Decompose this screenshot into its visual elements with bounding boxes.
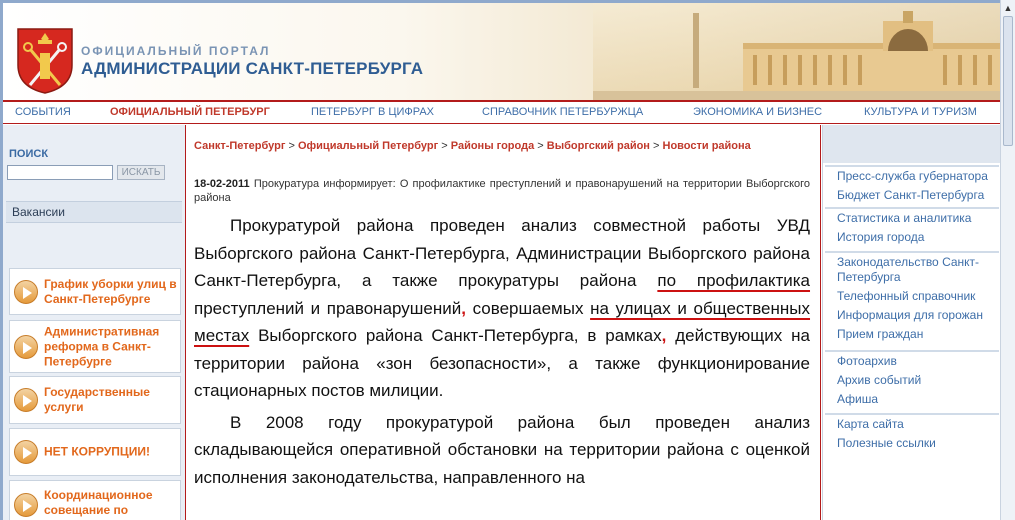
search-button[interactable]: ИСКАТЬ [117,165,165,180]
link-budget[interactable]: Бюджет Санкт-Петербурга [825,186,999,205]
link-group: Пресс-служба губернатора Бюджет Санкт-Пе… [825,165,999,205]
article-paragraph: Прокуратурой района проведен анализ совм… [194,216,811,400]
scroll-up-arrow-icon[interactable]: ▲ [1002,2,1014,14]
link-afisha[interactable]: Афиша [825,390,999,409]
arrow-right-icon [14,493,38,517]
main-content: Санкт-Петербург > Официальный Петербург … [185,125,821,520]
promo-street-cleaning[interactable]: График уборки улиц в Санкт-Петербурге [9,268,181,315]
portal-title[interactable]: АДМИНИСТРАЦИИ САНКТ-ПЕТЕРБУРГА [81,59,423,79]
vertical-scrollbar[interactable]: ▲ [1000,0,1015,520]
promo-label: Административная реформа в Санкт-Петербу… [44,324,160,368]
link-citizen-info[interactable]: Информация для горожан [825,306,999,325]
breadcrumb-link[interactable]: Новости района [663,140,751,152]
news-header: 18-02-2011 Прокуратура информирует: О пр… [194,177,810,205]
promo-label: Координационное совещание по обеспечению [44,488,153,520]
promo-label: НЕТ КОРРУПЦИИ! [44,444,150,459]
breadcrumb-link[interactable]: Районы города [451,140,534,152]
nav-official-petersburg[interactable]: ОФИЦИАЛЬНЫЙ ПЕТЕРБУРГ [110,106,270,118]
right-sidebar: Пресс-служба губернатора Бюджет Санкт-Пе… [822,125,1001,520]
site-header: ОФИЦИАЛЬНЫЙ ПОРТАЛ АДМИНИСТРАЦИИ САНКТ-П… [3,3,1000,100]
nav-events[interactable]: СОБЫТИЯ [15,106,71,118]
underlined-phrase: по профилактика [657,271,811,290]
arrow-right-icon [14,440,38,464]
browser-page: ОФИЦИАЛЬНЫЙ ПОРТАЛ АДМИНИСТРАЦИИ САНКТ-П… [0,0,1015,520]
breadcrumb-separator: > [537,140,544,152]
link-event-archive[interactable]: Архив событий [825,371,999,390]
promo-label: Государственные услуги [44,385,150,414]
arrow-right-icon [14,334,38,359]
link-group: Законодательство Санкт-Петербурга Телефо… [825,251,999,344]
breadcrumb-link[interactable]: Выборгский район [547,140,650,152]
breadcrumb-link[interactable]: Официальный Петербург [298,140,438,152]
search-label: ПОИСК [9,148,49,160]
news-date: 18-02-2011 [194,178,250,190]
right-sidebar-header [823,125,1001,163]
arrow-right-icon [14,388,38,412]
link-statistics[interactable]: Статистика и аналитика [825,209,999,228]
coat-of-arms-logo[interactable] [16,27,74,95]
main-navigation: СОБЫТИЯ ОФИЦИАЛЬНЫЙ ПЕТЕРБУРГ ПЕТЕРБУРГ … [3,100,1000,124]
arrow-right-icon [14,279,38,304]
link-group: Карта сайта Полезные ссылки [825,413,999,453]
nav-culture-tourism[interactable]: КУЛЬТУРА И ТУРИЗМ [864,106,977,118]
breadcrumb-link[interactable]: Санкт-Петербург [194,140,285,152]
sidebar-item-vacancies[interactable]: Вакансии [6,201,182,223]
article-paragraph: В 2008 году прокуратурой района был пров… [194,412,810,487]
link-group: Фотоархив Архив событий Афиша [825,350,999,409]
nav-citizen-handbook[interactable]: СПРАВОЧНИК ПЕТЕРБУРЖЦА [482,106,643,118]
link-city-history[interactable]: История города [825,228,999,247]
link-press-service[interactable]: Пресс-служба губернатора [825,167,999,186]
link-group: Статистика и аналитика История города [825,207,999,247]
breadcrumb: Санкт-Петербург > Официальный Петербург … [194,140,751,152]
link-legislation[interactable]: Законодательство Санкт-Петербурга [825,253,999,287]
nav-petersburg-in-numbers[interactable]: ПЕТЕРБУРГ В ЦИФРАХ [311,106,434,118]
link-sitemap[interactable]: Карта сайта [825,415,999,434]
nav-economy-business[interactable]: ЭКОНОМИКА И БИЗНЕС [693,106,822,118]
link-useful-links[interactable]: Полезные ссылки [825,434,999,453]
palace-square-illustration [593,3,1000,100]
portal-subtitle: ОФИЦИАЛЬНЫЙ ПОРТАЛ [81,44,271,58]
breadcrumb-separator: > [653,140,660,152]
left-sidebar: ПОИСК ИСКАТЬ Вакансии График уборки улиц… [3,125,185,520]
promo-state-services[interactable]: Государственные услуги [9,376,181,424]
breadcrumb-separator: > [288,140,295,152]
promo-coordination-meeting[interactable]: Координационное совещание по обеспечению [9,480,181,520]
link-photo-archive[interactable]: Фотоархив [825,352,999,371]
article-body: Прокуратурой района проведен анализ совм… [194,212,810,491]
news-headline: Прокуратура информирует: О профилактике … [194,178,811,204]
breadcrumb-separator: > [441,140,448,152]
search-input[interactable] [7,165,113,180]
scroll-thumb[interactable] [1003,16,1013,146]
promo-no-corruption[interactable]: НЕТ КОРРУПЦИИ! [9,428,181,476]
link-phone-directory[interactable]: Телефонный справочник [825,287,999,306]
promo-label: График уборки улиц в Санкт-Петербурге [44,276,177,306]
promo-admin-reform[interactable]: Административная реформа в Санкт-Петербу… [9,320,181,373]
link-reception[interactable]: Прием граждан [825,325,999,344]
